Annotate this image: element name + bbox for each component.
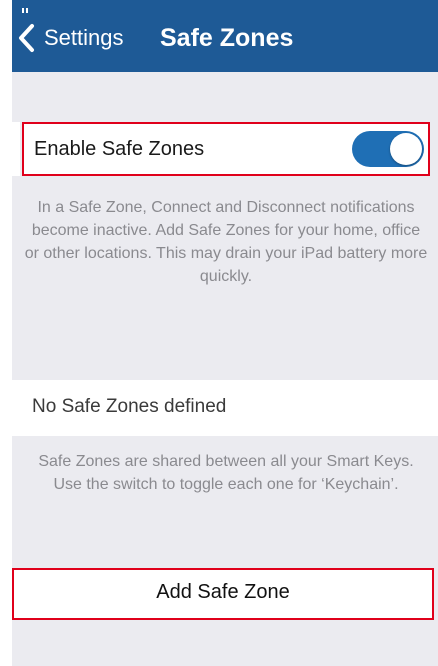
status-indicator-icon bbox=[22, 8, 32, 14]
navigation-bar: Settings Safe Zones bbox=[12, 0, 438, 72]
safe-zones-description: In a Safe Zone, Connect and Disconnect n… bbox=[24, 199, 428, 285]
left-edge bbox=[0, 0, 12, 666]
shared-zones-description: Safe Zones are shared between all your S… bbox=[38, 453, 414, 493]
back-button-label: Settings bbox=[44, 25, 124, 50]
safe-zones-screen: Settings Safe Zones Enable Safe Zones In… bbox=[0, 0, 438, 666]
add-safe-zone-button[interactable]: Add Safe Zone bbox=[12, 568, 434, 620]
no-safe-zones-row: No Safe Zones defined bbox=[12, 380, 438, 436]
page-title: Safe Zones bbox=[160, 24, 294, 52]
enable-safe-zones-row: Enable Safe Zones bbox=[22, 122, 430, 176]
back-button[interactable]: Settings bbox=[16, 18, 124, 58]
chevron-left-icon bbox=[19, 24, 34, 52]
add-safe-zone-label: Add Safe Zone bbox=[156, 581, 290, 603]
enable-safe-zones-toggle[interactable] bbox=[352, 131, 424, 167]
row-background bbox=[12, 122, 20, 176]
no-safe-zones-label: No Safe Zones defined bbox=[32, 396, 227, 417]
section-spacer bbox=[12, 72, 438, 122]
enable-safe-zones-label: Enable Safe Zones bbox=[34, 138, 205, 160]
toggle-knob bbox=[390, 133, 422, 165]
